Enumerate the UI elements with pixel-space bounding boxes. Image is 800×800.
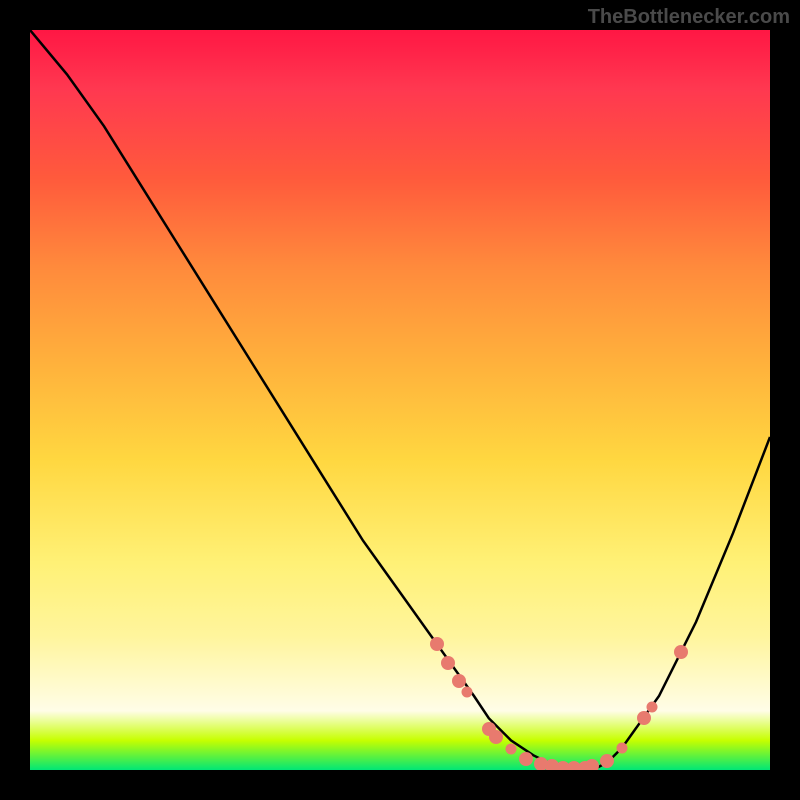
watermark-text: TheBottlenecker.com (588, 6, 790, 29)
data-point (585, 759, 599, 770)
data-point (637, 711, 651, 725)
bottleneck-curve (30, 30, 770, 770)
data-point (430, 637, 444, 651)
plot-area (30, 30, 770, 770)
data-point (461, 687, 472, 698)
data-point (519, 752, 533, 766)
data-point (674, 645, 688, 659)
curve-svg (30, 30, 770, 770)
data-point (489, 730, 503, 744)
data-point (600, 754, 614, 768)
data-point (646, 702, 657, 713)
data-point (617, 742, 628, 753)
data-point (441, 656, 455, 670)
data-point (506, 744, 517, 755)
